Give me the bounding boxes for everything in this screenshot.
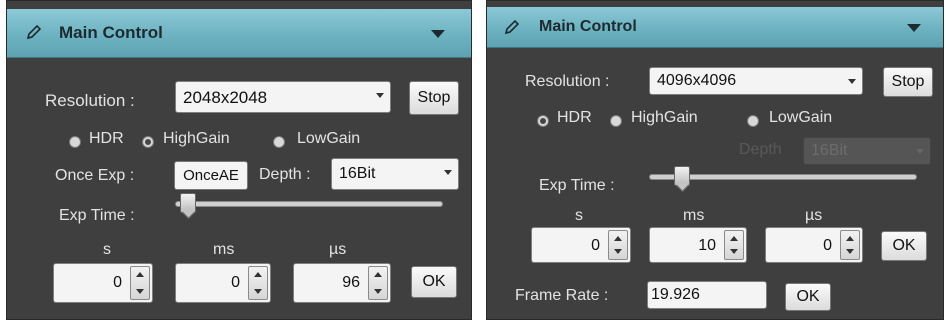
spin-buttons[interactable] [608,230,628,260]
exp-time-slider-thumb[interactable] [674,166,691,186]
spin-buttons[interactable] [724,230,744,260]
seconds-value: 0 [591,237,600,254]
spin-buttons[interactable] [840,230,860,260]
spin-up-icon[interactable] [136,272,144,277]
stop-button[interactable]: Stop [409,81,459,115]
spin-down-icon[interactable] [374,289,382,294]
frame-rate-field[interactable]: 19.926 [647,281,767,309]
spin-buttons[interactable] [368,266,388,300]
seconds-spinbox[interactable]: 0 [53,263,153,303]
spin-buttons[interactable] [130,266,150,300]
spin-buttons[interactable] [248,266,268,300]
once-exp-label: Once Exp : [55,167,135,184]
milliseconds-value: 0 [231,274,240,291]
exp-time-slider-track[interactable] [175,201,443,207]
lowgain-label: LowGain [297,130,361,147]
pencil-icon [504,19,520,35]
spin-up-icon[interactable] [846,236,854,241]
spin-down-icon[interactable] [254,289,262,294]
panel-title: Main Control [539,18,637,35]
depth-value: 16Bit [811,142,848,159]
spin-down-icon[interactable] [614,249,622,254]
exp-time-label: Exp Time : [59,207,135,224]
milliseconds-unit-label: ms [213,241,235,258]
exp-time-slider-thumb[interactable] [180,193,197,213]
depth-select-disabled: 16Bit [803,137,931,165]
milliseconds-spinbox[interactable]: 10 [649,227,747,263]
lowgain-radio[interactable] [747,115,759,127]
lowgain-label: LowGain [769,109,833,126]
milliseconds-spinbox[interactable]: 0 [175,263,271,303]
spin-down-icon[interactable] [846,249,854,254]
milliseconds-value: 10 [698,237,716,254]
resolution-label: Resolution : [45,91,135,110]
spin-up-icon[interactable] [614,236,622,241]
resolution-value: 4096x4096 [657,72,737,89]
chevron-down-icon [848,79,856,84]
panel-header[interactable]: Main Control [7,9,471,58]
highgain-label: HighGain [163,130,230,147]
collapse-arrow-icon[interactable] [907,24,921,32]
spin-up-icon[interactable] [730,236,738,241]
highgain-radio[interactable] [610,115,622,127]
microseconds-spinbox[interactable]: 96 [293,263,391,303]
seconds-unit-label: s [103,241,111,258]
ok-button[interactable]: OK [881,231,927,261]
resolution-label: Resolution : [525,73,610,90]
microseconds-spinbox[interactable]: 0 [765,227,863,263]
depth-value: 16Bit [339,165,376,182]
highgain-radio[interactable] [142,136,154,148]
resolution-value: 2048x2048 [183,88,268,107]
frame-rate-label: Frame Rate : [515,287,609,304]
pencil-icon [26,24,42,40]
stop-button[interactable]: Stop [883,67,933,97]
frame-rate-value: 19.926 [651,286,700,303]
microseconds-unit-label: µs [329,241,347,258]
hdr-radio[interactable] [69,136,81,148]
chevron-down-icon [916,149,924,154]
panel-title: Main Control [59,23,163,42]
spin-down-icon[interactable] [136,289,144,294]
microseconds-value: 0 [823,237,832,254]
resolution-select[interactable]: 4096x4096 [649,67,863,95]
exp-time-label: Exp Time : [539,177,615,194]
collapse-arrow-icon[interactable] [431,30,445,38]
seconds-unit-label: s [575,207,583,224]
lowgain-radio[interactable] [273,136,285,148]
chevron-down-icon [376,93,384,98]
microseconds-unit-label: µs [805,207,823,224]
microseconds-value: 96 [342,274,360,291]
highgain-label: HighGain [631,109,698,126]
hdr-label: HDR [557,109,592,126]
main-control-panel-left: Main Control Resolution : 2048x2048 Stop… [6,0,472,320]
frame-rate-ok-button[interactable]: OK [785,283,831,311]
seconds-spinbox[interactable]: 0 [531,227,631,263]
spin-up-icon[interactable] [254,272,262,277]
depth-label-disabled: Depth [739,141,782,158]
depth-select[interactable]: 16Bit [331,158,459,190]
resolution-select[interactable]: 2048x2048 [175,81,391,113]
spin-up-icon[interactable] [374,272,382,277]
depth-label: Depth : [259,166,311,183]
main-control-panel-right: Main Control Resolution : 4096x4096 Stop… [486,0,944,320]
ok-button[interactable]: OK [411,266,457,298]
spin-down-icon[interactable] [730,249,738,254]
seconds-value: 0 [113,274,122,291]
hdr-radio[interactable] [537,115,549,127]
panel-header[interactable]: Main Control [487,7,943,48]
once-ae-button[interactable]: OnceAE [174,161,248,190]
milliseconds-unit-label: ms [683,207,705,224]
chevron-down-icon [444,170,452,175]
hdr-label: HDR [89,130,124,147]
